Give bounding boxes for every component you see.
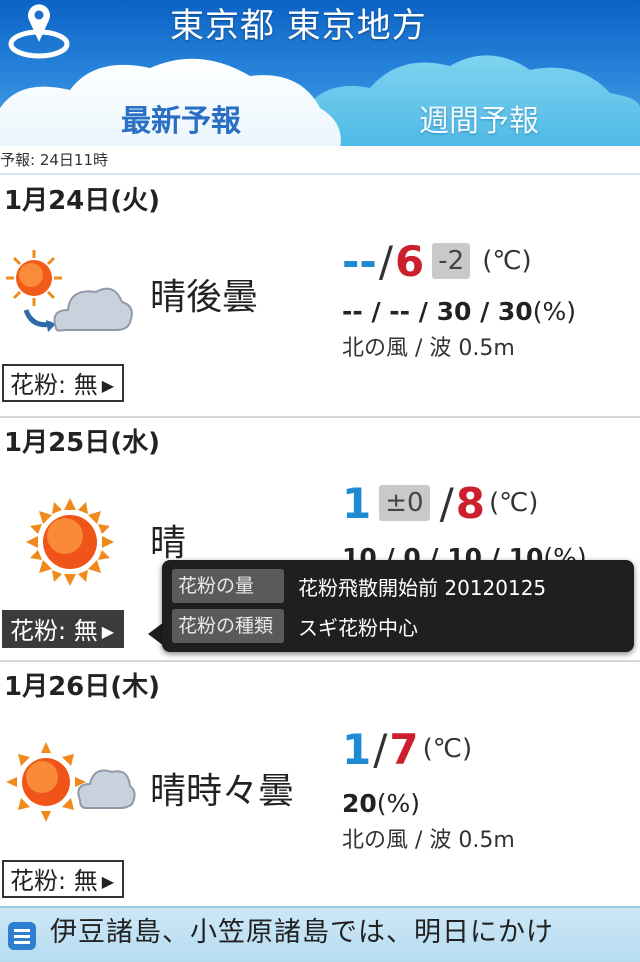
sunny-then-cloudy-icon: [6, 250, 133, 332]
popup-row-amount: 花粉の量 花粉飛散開始前 20120125: [172, 568, 546, 604]
temp-min: --: [342, 236, 377, 286]
temp-max: 6: [395, 236, 425, 286]
app-header: 東京都 東京地方 最新予報 週間予報 予報: 24日11時: [0, 0, 640, 175]
news-ticker[interactable]: 伊豆諸島、小笠原諸島では、明日にかけ: [0, 906, 640, 962]
rain-chance: -- / -- / 30 / 30(%): [342, 296, 576, 328]
rain-values: 20: [342, 789, 377, 818]
forecast-date: 1月25日(水): [4, 428, 161, 458]
forecast-day: 1月24日(火) 晴後曇 -- / 6 -2 (℃) -- / -- / 30 …: [0, 176, 640, 416]
info-list-icon: [8, 922, 36, 950]
popup-value: 花粉飛散開始前 20120125: [298, 575, 547, 600]
temperature-row: -- / 6 -2 (℃): [342, 236, 532, 286]
ticker-text: 伊豆諸島、小笠原諸島では、明日にかけ: [50, 917, 554, 948]
pollen-label: 花粉: 無: [10, 867, 98, 895]
temp-max: 7: [389, 724, 419, 774]
issued-time: 予報: 24日11時: [0, 151, 108, 169]
temp-max: 8: [455, 478, 485, 528]
popup-label: 花粉の種類: [172, 609, 284, 643]
pollen-button[interactable]: 花粉: 無 ▶: [2, 610, 125, 648]
temp-unit: (℃): [482, 246, 532, 276]
sunny-sometimes-cloudy-icon: [6, 742, 136, 822]
triangle-right-icon: ▶: [101, 376, 115, 395]
rain-unit: (%): [376, 789, 421, 818]
header-divider: [0, 173, 640, 175]
temp-diff-badge: ±0: [379, 485, 430, 521]
temp-separator: /: [378, 236, 394, 286]
rain-chance: 20(%): [342, 788, 420, 820]
wind-wave: 北の風 / 波 0.5m: [342, 336, 515, 361]
popup-value: スギ花粉中心: [298, 615, 418, 640]
temp-diff-badge: -2: [432, 243, 471, 279]
temp-min: 1: [342, 478, 372, 528]
weather-condition: 晴時々曇: [150, 771, 295, 812]
temperature-row: 1 ±0 / 8 (℃): [342, 478, 538, 528]
triangle-right-icon: ▶: [101, 622, 115, 641]
temp-separator: /: [439, 478, 454, 528]
temp-unit: (℃): [488, 488, 539, 518]
pollen-popup[interactable]: 花粉の量 花粉飛散開始前 20120125 花粉の種類 スギ花粉中心: [162, 560, 634, 652]
forecast-day: 1月26日(木) 晴時々曇 1 / 7 (℃) 20(%) 北の風 / 波 0.…: [0, 662, 640, 908]
temperature-row: 1 / 7 (℃): [342, 724, 472, 774]
tab-latest-forecast[interactable]: 最新予報: [96, 102, 266, 142]
pollen-button[interactable]: 花粉: 無 ▶: [2, 860, 125, 898]
popup-row-type: 花粉の種類 スギ花粉中心: [172, 608, 418, 644]
sunny-icon: [26, 498, 114, 586]
forecast-date: 1月26日(木): [4, 672, 161, 702]
rain-values: -- / -- / 30 / 30: [342, 297, 533, 326]
weather-condition: 晴後曇: [150, 277, 259, 318]
temp-min: 1: [342, 724, 372, 774]
popup-label: 花粉の量: [172, 569, 284, 603]
location-title: 東京都 東京地方: [170, 6, 427, 46]
pollen-label: 花粉: 無: [10, 371, 98, 399]
triangle-right-icon: ▶: [101, 872, 115, 891]
pollen-button[interactable]: 花粉: 無 ▶: [2, 364, 125, 402]
tab-weekly-forecast[interactable]: 週間予報: [394, 102, 564, 142]
temp-unit: (℃): [422, 734, 473, 764]
temp-separator: /: [373, 724, 388, 774]
forecast-date: 1月24日(火): [4, 186, 161, 216]
wind-wave: 北の風 / 波 0.5m: [342, 828, 515, 853]
rain-unit: (%): [532, 297, 576, 326]
pollen-label: 花粉: 無: [10, 617, 98, 645]
